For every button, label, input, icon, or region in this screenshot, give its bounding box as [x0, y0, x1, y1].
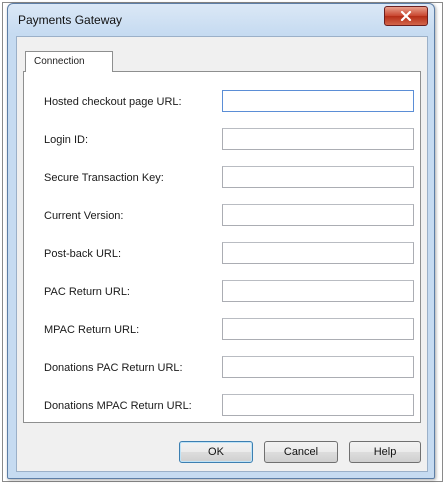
- field-row-post-back-url: Post-back URL:: [24, 242, 420, 266]
- donations-pac-return-url-input[interactable]: [222, 356, 414, 378]
- donations-mpac-return-url-input[interactable]: [222, 394, 414, 416]
- post-back-url-input[interactable]: [222, 242, 414, 264]
- post-back-url-label: Post-back URL:: [44, 248, 122, 260]
- login-id-label: Login ID:: [44, 134, 89, 146]
- payments-gateway-dialog: Payments Gateway Connection Hosted check…: [7, 3, 435, 479]
- login-id-input[interactable]: [222, 128, 414, 150]
- field-row-donations-pac-return-url: Donations PAC Return URL:: [24, 356, 420, 380]
- secure-transaction-key-label: Secure Transaction Key:: [44, 172, 164, 184]
- field-row-current-version: Current Version:: [24, 204, 420, 228]
- field-row-login-id: Login ID:: [24, 128, 420, 152]
- help-button[interactable]: Help: [349, 441, 421, 463]
- dialog-client-area: Connection Hosted checkout page URL: Log…: [16, 36, 428, 472]
- tab-connection-label: Connection: [34, 56, 85, 67]
- close-button[interactable]: [384, 6, 428, 26]
- field-row-secure-transaction-key: Secure Transaction Key:: [24, 166, 420, 190]
- current-version-input[interactable]: [222, 204, 414, 226]
- title-bar[interactable]: Payments Gateway: [8, 4, 434, 34]
- tab-connection[interactable]: Connection: [25, 51, 113, 72]
- field-row-mpac-return-url: MPAC Return URL:: [24, 318, 420, 342]
- pac-return-url-label: PAC Return URL:: [44, 286, 130, 298]
- cancel-button[interactable]: Cancel: [264, 441, 338, 463]
- donations-mpac-return-url-label: Donations MPAC Return URL:: [44, 400, 192, 412]
- ok-button[interactable]: OK: [179, 441, 253, 463]
- donations-pac-return-url-label: Donations PAC Return URL:: [44, 362, 183, 374]
- close-x-icon: [400, 11, 412, 21]
- pac-return-url-input[interactable]: [222, 280, 414, 302]
- field-row-pac-return-url: PAC Return URL:: [24, 280, 420, 304]
- field-row-donations-mpac-return-url: Donations MPAC Return URL:: [24, 394, 420, 418]
- current-version-label: Current Version:: [44, 210, 124, 222]
- field-row-hosted-checkout-url: Hosted checkout page URL:: [24, 90, 420, 114]
- screenshot-frame: Payments Gateway Connection Hosted check…: [2, 2, 443, 482]
- mpac-return-url-input[interactable]: [222, 318, 414, 340]
- window-title: Payments Gateway: [18, 13, 123, 27]
- connection-tab-panel: Hosted checkout page URL: Login ID: Secu…: [23, 71, 421, 423]
- hosted-checkout-url-input[interactable]: [222, 90, 414, 112]
- secure-transaction-key-input[interactable]: [222, 166, 414, 188]
- hosted-checkout-url-label: Hosted checkout page URL:: [44, 96, 182, 108]
- mpac-return-url-label: MPAC Return URL:: [44, 324, 140, 336]
